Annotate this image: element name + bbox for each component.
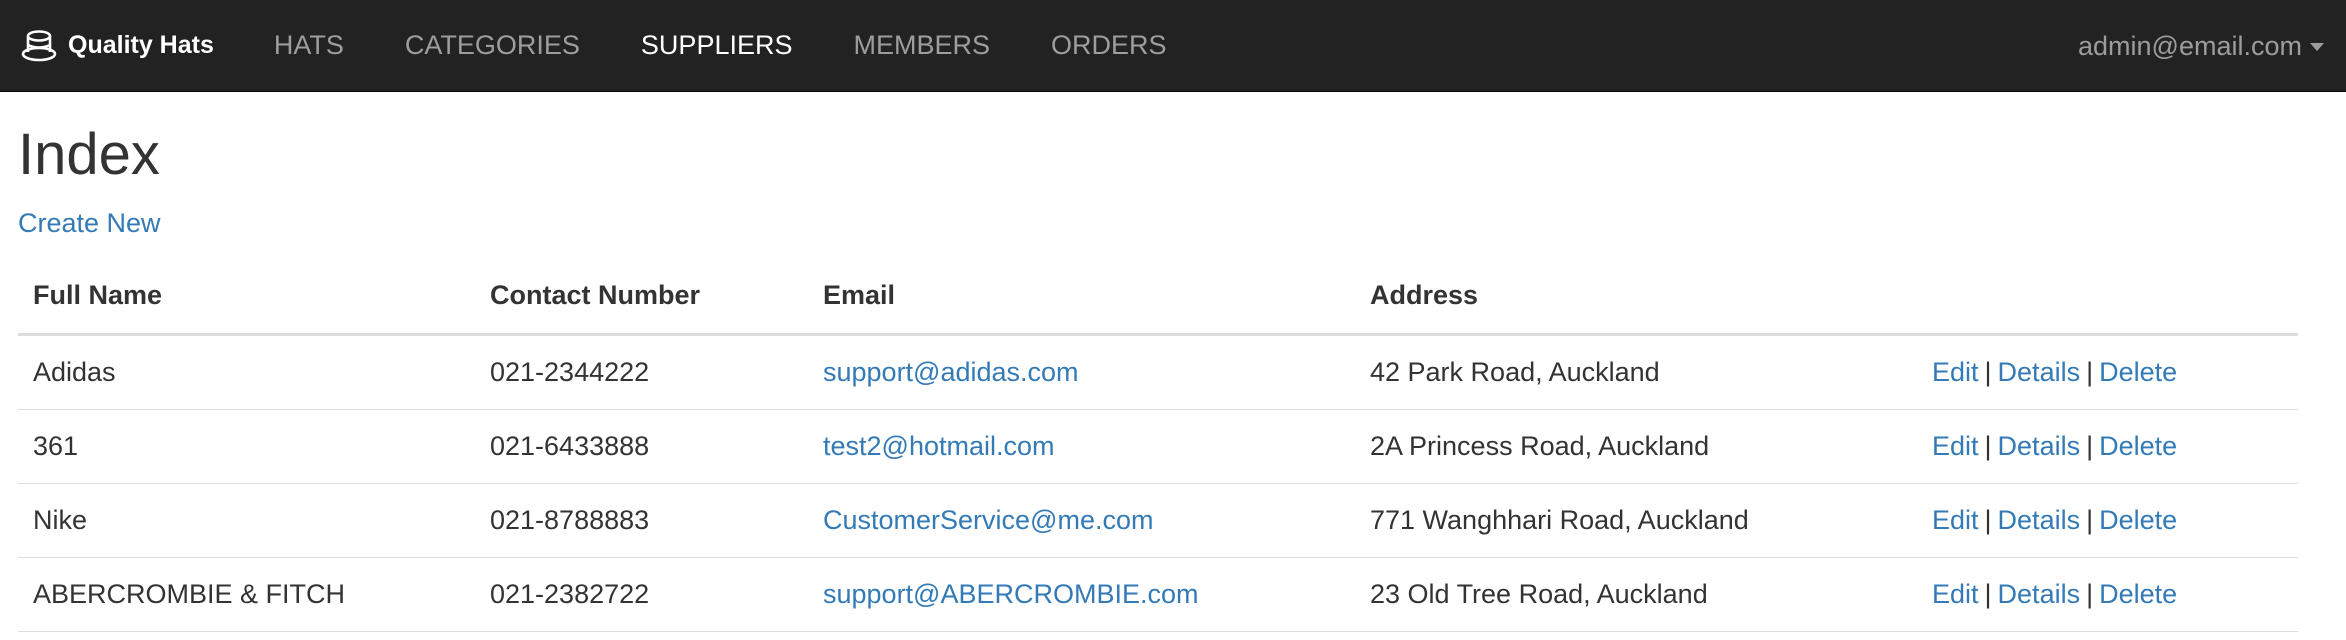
email-link[interactable]: support@adidas.com (823, 357, 1079, 387)
main-content: Index Create New Full Name Contact Numbe… (0, 126, 2346, 632)
user-email: admin@email.com (2078, 30, 2302, 61)
cell-address: 23 Old Tree Road, Auckland (1355, 557, 1917, 632)
header-full-name: Full Name (18, 257, 475, 336)
cell-address: 771 Wanghhari Road, Auckland (1355, 483, 1917, 558)
table-row: 361 021-6433888 test2@hotmail.com 2A Pri… (18, 409, 2298, 484)
edit-link[interactable]: Edit (1932, 431, 1979, 461)
table-row: ABERCROMBIE & FITCH 021-2382722 support@… (18, 557, 2298, 632)
cell-email: CustomerService@me.com (808, 483, 1355, 558)
delete-link[interactable]: Delete (2099, 579, 2177, 609)
separator: | (1984, 357, 1992, 387)
edit-link[interactable]: Edit (1932, 505, 1979, 535)
cell-name: Nike (18, 483, 475, 558)
cell-email: support@ABERCROMBIE.com (808, 557, 1355, 632)
details-link[interactable]: Details (1998, 505, 2081, 535)
nav-orders[interactable]: ORDERS (1051, 30, 1167, 61)
separator: | (2086, 357, 2094, 387)
nav-hats[interactable]: HATS (274, 30, 344, 61)
cell-phone: 021-2344222 (475, 334, 808, 410)
caret-down-icon (2310, 43, 2324, 51)
cell-address: 42 Park Road, Auckland (1355, 334, 1917, 410)
cell-phone: 021-8788883 (475, 483, 808, 558)
delete-link[interactable]: Delete (2099, 505, 2177, 535)
cell-name: 361 (18, 409, 475, 484)
header-contact-number: Contact Number (475, 257, 808, 336)
cell-actions: Edit | Details | Delete (1917, 409, 2298, 484)
nav-links: HATS CATEGORIES SUPPLIERS MEMBERS ORDERS (274, 30, 1228, 61)
brand-name: Quality Hats (68, 31, 214, 59)
table-row: Nike 021-8788883 CustomerService@me.com … (18, 483, 2298, 558)
cell-name: ABERCROMBIE & FITCH (18, 557, 475, 632)
create-new-link[interactable]: Create New (18, 208, 161, 239)
email-link[interactable]: CustomerService@me.com (823, 505, 1154, 535)
cell-actions: Edit | Details | Delete (1917, 557, 2298, 632)
cell-name: Adidas (18, 334, 475, 410)
edit-link[interactable]: Edit (1932, 357, 1979, 387)
header-actions (1917, 257, 2298, 336)
header-email: Email (808, 257, 1355, 336)
table-row: Adidas 021-2344222 support@adidas.com 42… (18, 334, 2298, 410)
separator: | (1984, 579, 1992, 609)
user-dropdown[interactable]: admin@email.com (2078, 0, 2324, 92)
nav-suppliers[interactable]: SUPPLIERS (641, 30, 793, 61)
suppliers-table: Full Name Contact Number Email Address A… (18, 257, 2298, 632)
cell-address: 2A Princess Road, Auckland (1355, 409, 1917, 484)
nav-categories[interactable]: CATEGORIES (405, 30, 580, 61)
cell-phone: 021-6433888 (475, 409, 808, 484)
cell-actions: Edit | Details | Delete (1917, 334, 2298, 410)
hat-icon (20, 27, 58, 65)
separator: | (1984, 505, 1992, 535)
page-title: Index (18, 122, 160, 187)
top-navbar: Quality Hats HATS CATEGORIES SUPPLIERS M… (0, 0, 2346, 92)
cell-phone: 021-2382722 (475, 557, 808, 632)
email-link[interactable]: test2@hotmail.com (823, 431, 1055, 461)
details-link[interactable]: Details (1998, 431, 2081, 461)
cell-actions: Edit | Details | Delete (1917, 483, 2298, 558)
header-address: Address (1355, 257, 1917, 336)
cell-email: support@adidas.com (808, 334, 1355, 410)
details-link[interactable]: Details (1998, 357, 2081, 387)
separator: | (1984, 431, 1992, 461)
details-link[interactable]: Details (1998, 579, 2081, 609)
cell-email: test2@hotmail.com (808, 409, 1355, 484)
email-link[interactable]: support@ABERCROMBIE.com (823, 579, 1199, 609)
separator: | (2086, 505, 2094, 535)
delete-link[interactable]: Delete (2099, 357, 2177, 387)
nav-members[interactable]: MEMBERS (853, 30, 990, 61)
delete-link[interactable]: Delete (2099, 431, 2177, 461)
separator: | (2086, 431, 2094, 461)
brand-link[interactable]: Quality Hats (20, 27, 214, 65)
separator: | (2086, 579, 2094, 609)
edit-link[interactable]: Edit (1932, 579, 1979, 609)
table-header-row: Full Name Contact Number Email Address (18, 257, 2298, 336)
